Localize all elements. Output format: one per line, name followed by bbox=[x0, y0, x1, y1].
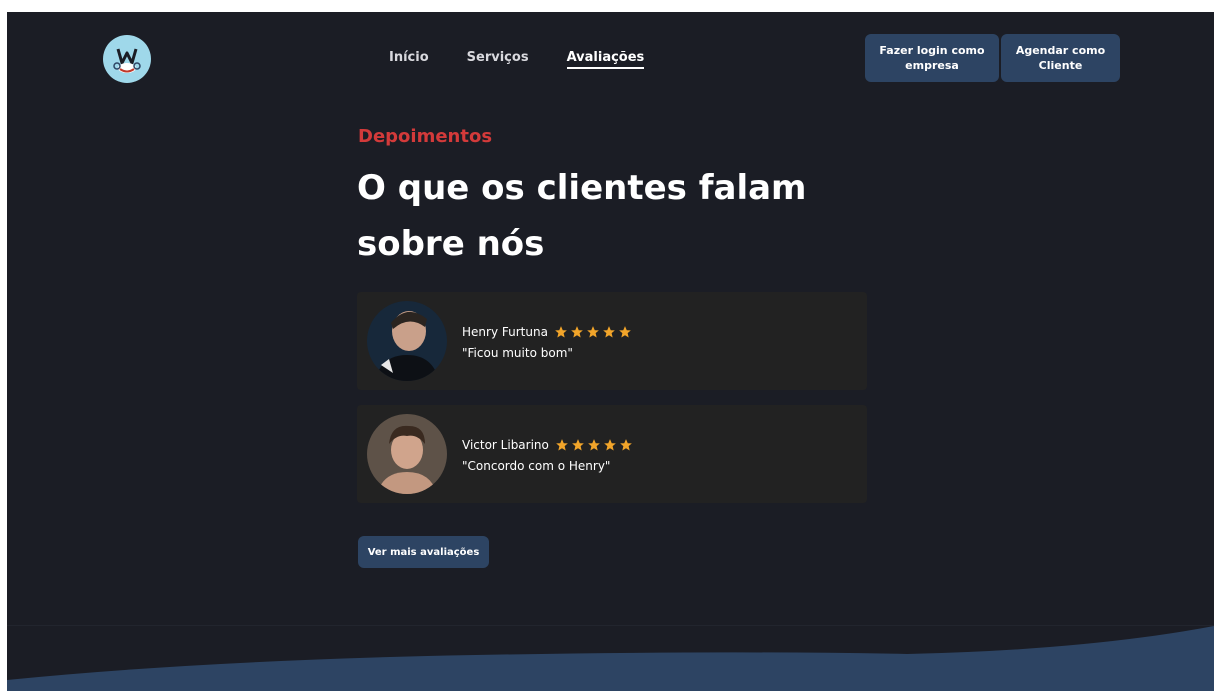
star-icon bbox=[620, 439, 632, 451]
review-card: Victor Libarino "Concordo com o Henry" bbox=[357, 405, 867, 503]
login-as-company-button[interactable]: Fazer login como empresa bbox=[865, 34, 999, 82]
review-comment: "Ficou muito bom" bbox=[462, 346, 573, 360]
star-icon bbox=[587, 326, 599, 338]
review-card: Henry Furtuna "Ficou muito bom" bbox=[357, 292, 867, 390]
schedule-as-client-button[interactable]: Agendar como Cliente bbox=[1001, 34, 1120, 82]
main-nav: Início Serviços Avaliações bbox=[389, 50, 645, 69]
avatar bbox=[367, 414, 447, 494]
schedule-button-line1: Agendar como bbox=[1015, 44, 1106, 57]
logo[interactable] bbox=[103, 35, 151, 83]
nav-link-servicos[interactable]: Serviços bbox=[467, 50, 529, 69]
star-icon bbox=[571, 326, 583, 338]
see-more-reviews-button[interactable]: Ver mais avaliações bbox=[358, 536, 489, 568]
login-button-line1: Fazer login como bbox=[879, 44, 985, 57]
page-title-line1: O que os clientes falam bbox=[357, 168, 807, 208]
barber-mascot-icon bbox=[108, 40, 146, 78]
rating-stars bbox=[554, 325, 632, 339]
page-title: O que os clientes falam sobre nós bbox=[357, 160, 877, 272]
login-button-line2: empresa bbox=[905, 59, 959, 72]
review-comment: "Concordo com o Henry" bbox=[462, 459, 611, 473]
nav-link-avaliacoes[interactable]: Avaliações bbox=[566, 50, 645, 69]
footer-wave bbox=[7, 626, 1214, 691]
reviewer-name: Victor Libarino bbox=[462, 438, 549, 452]
star-icon bbox=[572, 439, 584, 451]
avatar-photo-icon bbox=[367, 414, 447, 494]
star-icon bbox=[555, 326, 567, 338]
star-icon bbox=[619, 326, 631, 338]
section-eyebrow: Depoimentos bbox=[358, 126, 493, 147]
avatar bbox=[367, 301, 447, 381]
page: Início Serviços Avaliações Fazer login c… bbox=[7, 12, 1214, 691]
schedule-button-line2: Cliente bbox=[1038, 59, 1083, 72]
rating-stars bbox=[555, 438, 633, 452]
page-title-line2: sobre nós bbox=[357, 224, 545, 264]
reviewer-name: Henry Furtuna bbox=[462, 325, 548, 339]
star-icon bbox=[556, 439, 568, 451]
star-icon bbox=[604, 439, 616, 451]
nav-link-inicio[interactable]: Início bbox=[389, 50, 429, 69]
star-icon bbox=[588, 439, 600, 451]
star-icon bbox=[603, 326, 615, 338]
avatar-photo-icon bbox=[367, 301, 447, 381]
